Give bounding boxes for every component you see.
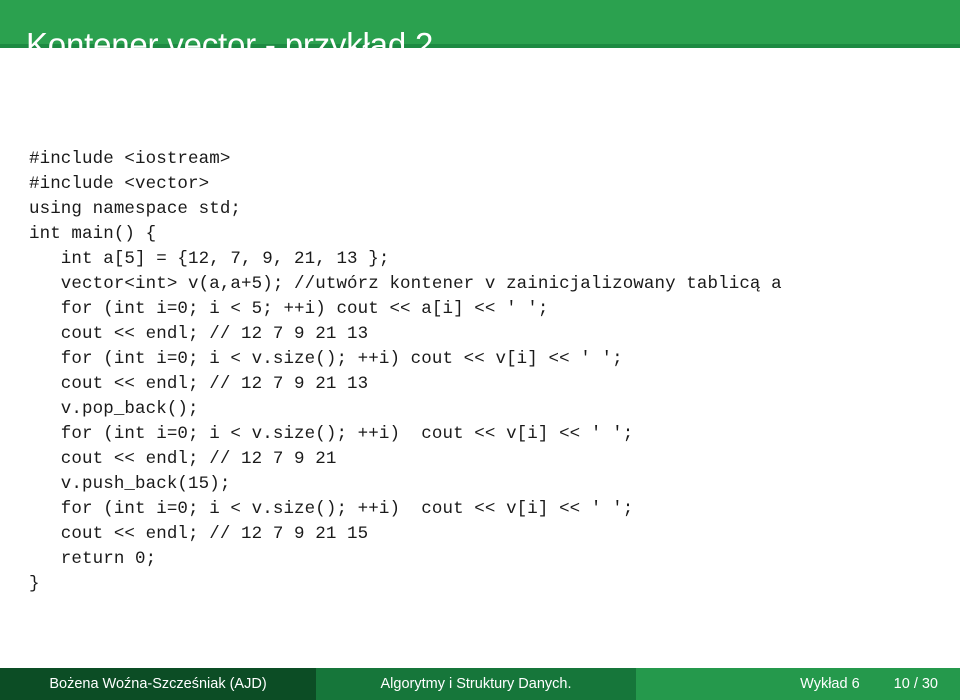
code-line: vector<int> v(a,a+5); //utwórz kontener … — [29, 273, 782, 294]
code-line: #include <iostream> — [29, 148, 231, 169]
code-line: v.push_back(15); — [29, 473, 231, 494]
footer-course-label: Algorytmy i Struktury Danych. — [380, 676, 572, 692]
code-line: for (int i=0; i < v.size(); ++i) cout <<… — [29, 498, 634, 519]
code-line: for (int i=0; i < v.size(); ++i) cout <<… — [29, 348, 623, 369]
slide-footer: Bożena Woźna-Szcześniak (AJD) Algorytmy … — [0, 668, 960, 700]
slide-content: #include <iostream> #include <vector> usin… — [0, 48, 960, 668]
code-line: for (int i=0; i < 5; ++i) cout << a[i] <… — [29, 298, 549, 319]
footer-course: Algorytmy i Struktury Danych. — [316, 668, 636, 700]
footer-author: Bożena Woźna-Szcześniak (AJD) — [0, 668, 316, 700]
code-line: cout << endl; // 12 7 9 21 15 — [29, 523, 369, 544]
code-line: cout << endl; // 12 7 9 21 — [29, 448, 337, 469]
code-listing: #include <iostream> #include <vector> usin… — [29, 147, 782, 597]
code-line: cout << endl; // 12 7 9 21 13 — [29, 323, 369, 344]
code-line: int a[5] = {12, 7, 9, 21, 13 }; — [29, 248, 390, 269]
code-line: return 0; — [29, 548, 157, 569]
footer-lecture-label: Wykład 6 — [800, 676, 860, 692]
footer-meta: Wykład 6 10 / 30 — [636, 668, 960, 700]
footer-page-indicator: 10 / 30 — [893, 676, 938, 692]
code-line: cout << endl; // 12 7 9 21 13 — [29, 373, 369, 394]
code-line: using namespace std; — [29, 198, 242, 219]
code-line: for (int i=0; i < v.size(); ++i) cout <<… — [29, 423, 634, 444]
code-line: #include <vector> — [29, 173, 210, 194]
footer-author-label: Bożena Woźna-Szcześniak (AJD) — [49, 676, 267, 692]
code-line: int main() { — [29, 223, 157, 244]
code-line: v.pop_back(); — [29, 398, 199, 419]
code-line: } — [29, 573, 40, 594]
